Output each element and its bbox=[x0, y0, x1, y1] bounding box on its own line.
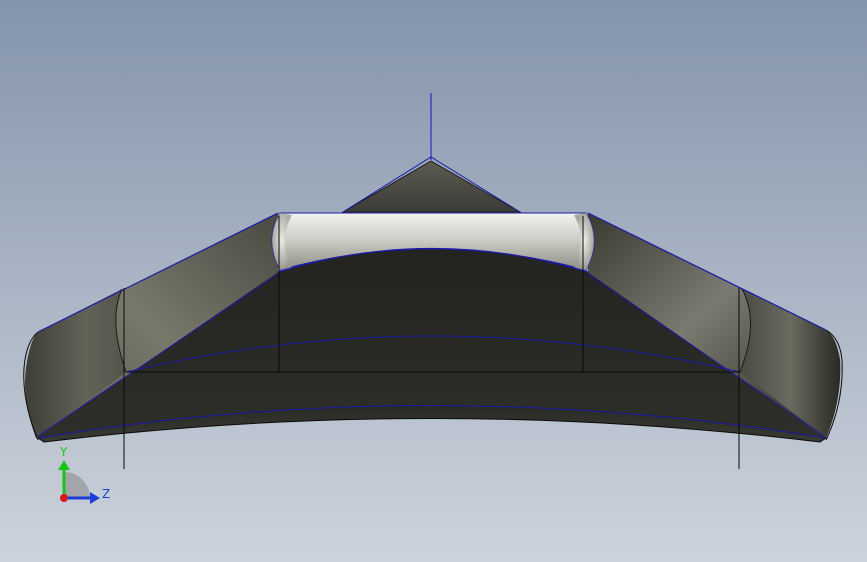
triad-plane-quadrant bbox=[64, 472, 90, 498]
y-axis-label: Y bbox=[59, 445, 68, 459]
cad-model-canvas[interactable]: Y Z bbox=[0, 0, 867, 562]
y-axis-arrowhead bbox=[58, 460, 70, 470]
z-axis-label: Z bbox=[102, 487, 110, 501]
graphics-viewport[interactable]: Y Z bbox=[0, 0, 867, 562]
back-peak-face bbox=[341, 160, 522, 213]
coordinate-triad[interactable]: Y Z bbox=[58, 445, 110, 504]
x-axis-origin bbox=[60, 494, 68, 502]
z-axis-arrowhead bbox=[90, 492, 100, 504]
